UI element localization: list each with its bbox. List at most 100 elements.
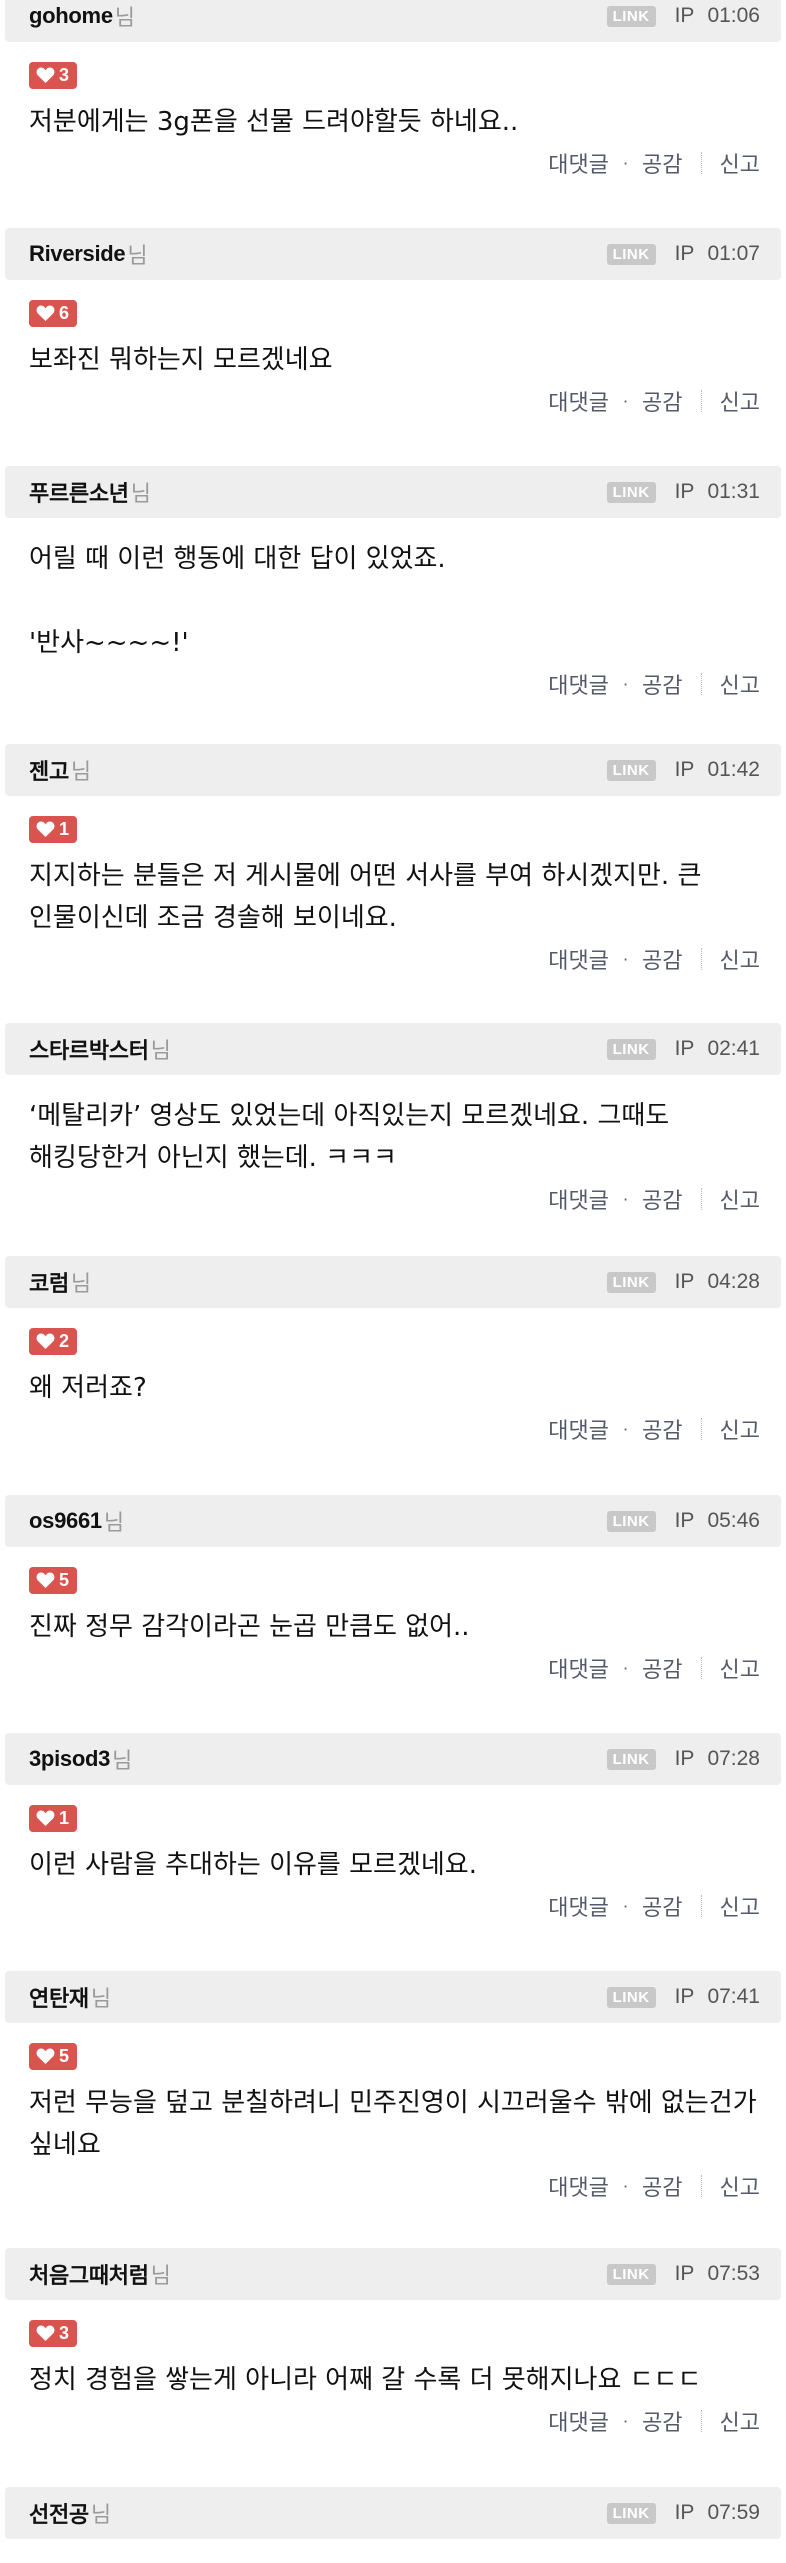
comment-meta: LINK IP 01:31	[606, 480, 760, 504]
empathy-button[interactable]: 공감	[642, 385, 682, 417]
comment-item: os9661 님 LINK IP 05:46 5 진짜 정무 감각이라곤 눈곱 만큼도 없어…	[5, 1495, 781, 1688]
reply-button[interactable]: 대댓글	[548, 2170, 609, 2202]
comment-item: 스타르박스터 님 LINK IP 02:41 ‘메탈리카’ 영상도 있었는데 아직있는지 …	[5, 1023, 781, 1219]
report-button[interactable]: 신고	[720, 2170, 760, 2202]
report-button[interactable]: 신고	[720, 1890, 760, 1922]
author-nickname[interactable]: 처음그때처럼	[29, 2258, 149, 2290]
empathy-button[interactable]: 공감	[642, 1413, 682, 1445]
separator-dot: ·	[622, 1658, 629, 1678]
heart-icon	[36, 67, 55, 84]
author-nickname[interactable]: 연탄재	[29, 1981, 89, 2013]
comment-item: 선전공 님 LINK IP 07:59	[5, 2487, 781, 2539]
reply-button[interactable]: 대댓글	[548, 385, 609, 417]
reply-button[interactable]: 대댓글	[548, 147, 609, 179]
heart-icon	[36, 1333, 55, 1350]
comment-actions: 대댓글 · 공감 신고	[5, 1886, 781, 1926]
report-button[interactable]: 신고	[720, 943, 760, 975]
like-badge: 1	[29, 1805, 78, 1832]
honorific-suffix: 님	[112, 1748, 133, 1773]
like-count: 2	[59, 1331, 70, 1351]
link-button[interactable]: LINK	[606, 2502, 656, 2524]
ip-label: IP	[674, 4, 695, 27]
author-nickname[interactable]: 선전공	[29, 2497, 89, 2529]
empathy-button[interactable]: 공감	[642, 147, 682, 179]
report-button[interactable]: 신고	[720, 668, 760, 700]
ip-label: IP	[674, 1037, 695, 1060]
empathy-button[interactable]: 공감	[642, 943, 682, 975]
comment-text: 진짜 정무 감각이라곤 눈곱 만큼도 없어..	[29, 1612, 470, 1642]
comment-text: 어릴 때 이런 행동에 대한 답이 있었죠. '반사~~~~!'	[29, 544, 446, 658]
report-button[interactable]: 신고	[720, 1413, 760, 1445]
comment-meta: LINK IP 07:59	[606, 2501, 760, 2525]
like-badge: 3	[29, 2320, 78, 2347]
author-nickname[interactable]: Riverside	[29, 241, 126, 267]
link-button[interactable]: LINK	[606, 243, 656, 265]
like-count: 1	[59, 819, 70, 839]
comment-header: 3pisod3 님 LINK IP 07:28	[5, 1733, 781, 1785]
reply-button[interactable]: 대댓글	[548, 2405, 609, 2437]
link-button[interactable]: LINK	[606, 1986, 656, 2008]
author-nickname[interactable]: 스타르박스터	[29, 1033, 149, 1065]
comment-actions: 대댓글 · 공감 신고	[5, 664, 781, 704]
divider	[700, 673, 702, 695]
comment-item: 연탄재 님 LINK IP 07:41 5 저런 무능을 덮고 분칠하려니 민주진영이 시끄…	[5, 1971, 781, 2206]
reply-button[interactable]: 대댓글	[548, 1890, 609, 1922]
author-nickname[interactable]: 젠고	[29, 754, 69, 786]
like-badge: 5	[29, 1567, 78, 1594]
report-button[interactable]: 신고	[720, 385, 760, 417]
reply-button[interactable]: 대댓글	[548, 1413, 609, 1445]
comment-actions: 대댓글 · 공감 신고	[5, 2401, 781, 2441]
comment-text: 보좌진 뭐하는지 모르겠네요	[29, 345, 333, 375]
comment-meta: LINK IP 04:28	[606, 1270, 760, 1294]
report-button[interactable]: 신고	[720, 2405, 760, 2437]
link-button[interactable]: LINK	[606, 1510, 656, 1532]
link-button[interactable]: LINK	[606, 759, 656, 781]
like-badge: 2	[29, 1328, 78, 1355]
divider	[700, 948, 702, 970]
comment-time: 01:07	[707, 242, 760, 265]
comment-actions: 대댓글 · 공감 신고	[5, 1179, 781, 1219]
report-button[interactable]: 신고	[720, 1183, 760, 1215]
link-button[interactable]: LINK	[606, 1038, 656, 1060]
comment-meta: LINK IP 02:41	[606, 1037, 760, 1061]
empathy-button[interactable]: 공감	[642, 1183, 682, 1215]
empathy-button[interactable]: 공감	[642, 2170, 682, 2202]
honorific-suffix: 님	[127, 243, 148, 268]
comment-time: 01:31	[707, 480, 760, 503]
link-button[interactable]: LINK	[606, 1748, 656, 1770]
author-nickname[interactable]: os9661	[29, 1508, 102, 1534]
author-nickname[interactable]: 코럼	[29, 1266, 69, 1298]
comment-actions: 대댓글 · 공감 신고	[5, 1409, 781, 1449]
reply-button[interactable]: 대댓글	[548, 1652, 609, 1684]
ip-label: IP	[674, 2262, 695, 2285]
empathy-button[interactable]: 공감	[642, 1890, 682, 1922]
ip-label: IP	[674, 1509, 695, 1532]
author-nickname[interactable]: 3pisod3	[29, 1746, 110, 1772]
link-button[interactable]: LINK	[606, 481, 656, 503]
reply-button[interactable]: 대댓글	[548, 668, 609, 700]
link-button[interactable]: LINK	[606, 5, 656, 27]
report-button[interactable]: 신고	[720, 1652, 760, 1684]
comment-header: 젠고 님 LINK IP 01:42	[5, 744, 781, 796]
comment-actions: 대댓글 · 공감 신고	[5, 939, 781, 979]
reply-button[interactable]: 대댓글	[548, 943, 609, 975]
empathy-button[interactable]: 공감	[642, 668, 682, 700]
divider	[700, 1895, 702, 1917]
ip-label: IP	[674, 758, 695, 781]
empathy-button[interactable]: 공감	[642, 2405, 682, 2437]
heart-icon	[36, 305, 55, 322]
separator-dot: ·	[622, 2176, 629, 2196]
comment-time: 04:28	[707, 1270, 760, 1293]
empathy-button[interactable]: 공감	[642, 1652, 682, 1684]
separator-dot: ·	[622, 674, 629, 694]
reply-button[interactable]: 대댓글	[548, 1183, 609, 1215]
comment-meta: LINK IP 01:42	[606, 758, 760, 782]
heart-icon	[36, 2048, 55, 2065]
ip-label: IP	[674, 1985, 695, 2008]
link-button[interactable]: LINK	[606, 2263, 656, 2285]
report-button[interactable]: 신고	[720, 147, 760, 179]
link-button[interactable]: LINK	[606, 1271, 656, 1293]
author-nickname[interactable]: gohome	[29, 3, 113, 29]
author-nickname[interactable]: 푸르른소년	[29, 476, 129, 508]
separator-dot: ·	[622, 2411, 629, 2431]
